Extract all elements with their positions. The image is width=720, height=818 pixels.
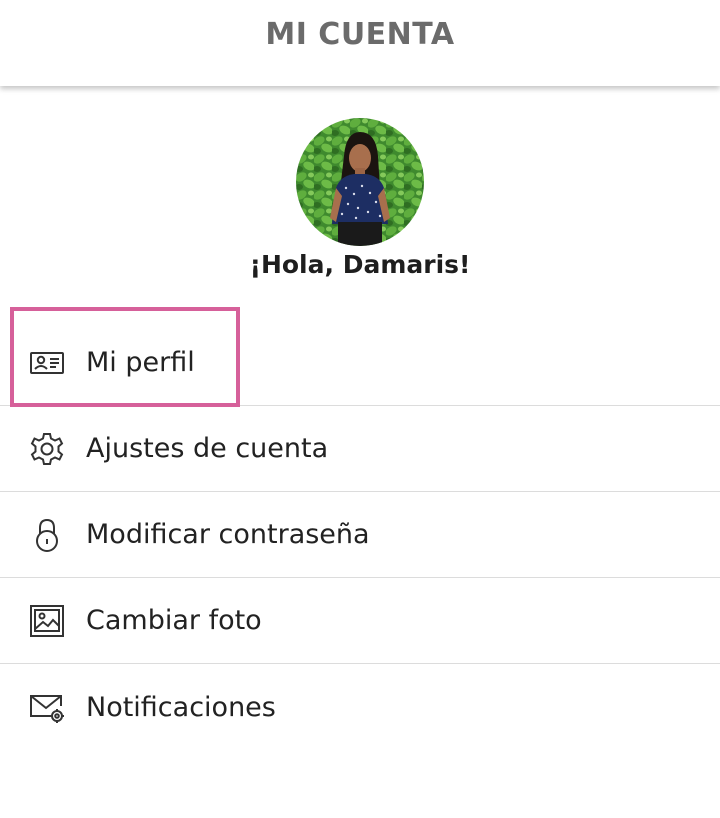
menu-item-cambiar-foto[interactable]: Cambiar foto — [0, 578, 720, 664]
account-menu: Mi perfil Ajustes de cuenta Modificar co… — [0, 320, 720, 750]
gear-icon — [28, 430, 66, 468]
page-title: MI CUENTA — [265, 16, 455, 52]
menu-item-ajustes-de-cuenta[interactable]: Ajustes de cuenta — [0, 406, 720, 492]
menu-item-label: Ajustes de cuenta — [86, 433, 329, 464]
app-header: MI CUENTA — [0, 0, 720, 86]
menu-item-modificar-contrasena[interactable]: Modificar contraseña — [0, 492, 720, 578]
mail-settings-icon — [28, 688, 66, 726]
menu-item-notificaciones[interactable]: Notificaciones — [0, 664, 720, 750]
avatar[interactable] — [296, 118, 424, 246]
lock-icon — [28, 516, 66, 554]
image-icon — [28, 602, 66, 640]
menu-item-label: Cambiar foto — [86, 605, 262, 636]
greeting-text: ¡Hola, Damaris! — [249, 250, 471, 279]
menu-item-mi-perfil[interactable]: Mi perfil — [0, 320, 720, 406]
menu-item-label: Notificaciones — [86, 691, 276, 723]
avatar-image — [296, 118, 424, 246]
id-card-icon — [28, 344, 66, 382]
menu-item-label: Modificar contraseña — [86, 519, 370, 550]
menu-item-label: Mi perfil — [86, 347, 195, 378]
